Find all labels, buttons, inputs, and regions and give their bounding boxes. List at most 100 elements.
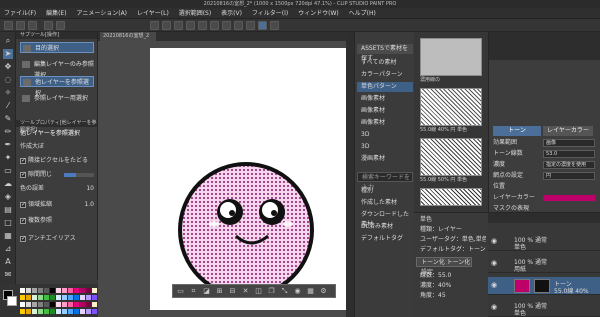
color-swatch[interactable] [68, 288, 73, 293]
color-swatch[interactable] [38, 295, 43, 300]
material-thumb[interactable] [420, 188, 482, 206]
crop-icon[interactable]: ⌗ [189, 287, 198, 296]
setting-multiple-refer[interactable]: 複数参照 [20, 216, 96, 226]
color-swatch[interactable] [74, 309, 79, 314]
new-file-button[interactable] [4, 21, 13, 30]
checkbox[interactable] [20, 156, 26, 166]
color-swatch[interactable] [56, 288, 61, 293]
auto-select-icon[interactable]: ✧ [3, 88, 13, 98]
color-swatch[interactable] [26, 295, 31, 300]
color-swatch[interactable] [80, 302, 85, 307]
material-tree-all[interactable]: すべての素材 [357, 58, 413, 68]
invert-icon[interactable]: ◪ [202, 287, 211, 296]
material-thumb[interactable] [420, 88, 482, 126]
save-button[interactable] [28, 21, 37, 30]
frame-icon[interactable]: ▦ [3, 231, 13, 241]
menu-filter[interactable]: フィルター(I) [248, 8, 292, 19]
fill-icon[interactable]: ◉ [293, 287, 302, 296]
color-swatch[interactable] [50, 302, 55, 307]
transform-button[interactable] [210, 21, 219, 30]
color-swatch[interactable] [80, 309, 85, 314]
menu-selection[interactable]: 選択範囲(S) [175, 8, 216, 19]
color-swatch[interactable] [80, 288, 85, 293]
color-swatch[interactable] [56, 295, 61, 300]
deselect-button[interactable] [222, 21, 231, 30]
color-swatch[interactable] [92, 302, 97, 307]
cut-button[interactable] [174, 21, 183, 30]
document-tab[interactable]: 20210816の室想_2 [100, 32, 156, 41]
color-swatch[interactable] [92, 288, 97, 293]
snap-grid-button[interactable] [270, 21, 279, 30]
airbrush-icon[interactable]: ✦ [3, 153, 13, 163]
color-swatch[interactable] [44, 302, 49, 307]
color-swatch[interactable] [92, 309, 97, 314]
effect-range-select[interactable]: 画像 [543, 139, 595, 147]
layer-color-swatch[interactable] [543, 195, 595, 201]
new-tone-icon[interactable]: ▦ [306, 287, 315, 296]
clear-icon[interactable]: ✕ [241, 287, 250, 296]
subtool-item-other-layer[interactable]: 他レイヤーを参照選択 [20, 76, 94, 97]
open-file-button[interactable] [16, 21, 25, 30]
material-filter-created[interactable]: 作成した素材 [357, 198, 413, 208]
color-swatch[interactable] [50, 295, 55, 300]
expand-icon[interactable]: ⊞ [215, 287, 224, 296]
clear-button[interactable] [150, 21, 159, 30]
checkbox[interactable] [20, 200, 26, 210]
material-tree-image-3[interactable]: 画像素材 [357, 118, 413, 128]
snap-ruler-button[interactable] [246, 21, 255, 30]
menu-edit[interactable]: 編集(E) [42, 8, 70, 19]
checkbox[interactable] [20, 216, 26, 226]
layer-row[interactable]: ◉ 100 % 通常 単色 [488, 233, 600, 251]
eye-icon[interactable]: ◉ [491, 260, 498, 267]
color-swatch[interactable] [74, 302, 79, 307]
color-swatch[interactable] [38, 288, 43, 293]
menu-animation[interactable]: アニメーション(A) [72, 8, 131, 19]
eye-icon[interactable]: ◉ [491, 238, 498, 245]
invert-selection-button[interactable] [234, 21, 243, 30]
dot-setting-select[interactable]: 円 [543, 172, 595, 180]
material-filter-downloaded[interactable]: ダウンロードした素材 [357, 210, 413, 228]
snap-special-ruler-button[interactable] [258, 21, 267, 30]
color-swatch[interactable] [86, 295, 91, 300]
move-icon[interactable]: ✥ [3, 62, 13, 72]
material-thumb[interactable] [420, 138, 482, 176]
color-swatch[interactable] [20, 309, 25, 314]
color-margin-value[interactable]: 10 [86, 184, 94, 194]
color-swatch[interactable] [68, 295, 73, 300]
pencil-icon[interactable]: ✏ [3, 127, 13, 137]
color-swatch[interactable] [26, 309, 31, 314]
menu-window[interactable]: ウィンドウ(W) [294, 8, 343, 19]
tab-tone[interactable]: トーン [493, 126, 541, 136]
setting-follow-adjacent[interactable]: 隣接ピクセルをたどる [20, 156, 96, 166]
eyedropper-icon[interactable]: ⁄ [3, 101, 13, 111]
color-swatch[interactable] [50, 309, 55, 314]
deselect-icon[interactable]: ▭ [176, 287, 185, 296]
color-swatch[interactable] [20, 295, 25, 300]
material-tree-mono-pattern[interactable]: 単色パターン [357, 82, 413, 92]
menu-layer[interactable]: レイヤー(L) [133, 8, 173, 19]
color-swatch[interactable] [44, 295, 49, 300]
color-swatch[interactable] [32, 295, 37, 300]
shrink-icon[interactable]: ⊟ [228, 287, 237, 296]
ruler-icon[interactable]: ⊿ [3, 244, 13, 254]
color-swatch[interactable] [26, 288, 31, 293]
setting-color-margin[interactable]: 色の誤差 10 [20, 184, 96, 194]
fill-button[interactable] [162, 21, 171, 30]
density-select[interactable]: 指定の濃度を使用 [543, 161, 595, 169]
canvas-paper[interactable] [150, 48, 346, 310]
subtool-item-edit-layer[interactable]: 編集レイヤーのみ参照選択 [20, 59, 94, 79]
material-filter-default-tag[interactable]: デフォルトタグ [357, 234, 413, 244]
tone-settings-button[interactable]: トーン化 トーン化設定 [416, 257, 472, 276]
color-swatch[interactable] [32, 302, 37, 307]
color-swatch[interactable] [44, 309, 49, 314]
subtool-item-reference-layer[interactable]: 参照レイヤー用選択 [20, 93, 94, 104]
color-swatch[interactable] [20, 302, 25, 307]
color-swatch[interactable] [38, 302, 43, 307]
menu-help[interactable]: ヘルプ(H) [345, 8, 380, 19]
material-tree-3d-2[interactable]: 3D [357, 142, 413, 152]
copy-button[interactable] [186, 21, 195, 30]
color-swatch[interactable] [26, 302, 31, 307]
color-swatch[interactable] [50, 288, 55, 293]
layer-row[interactable]: ◉ 100 % 通常 用紙 [488, 255, 600, 273]
brush-icon[interactable]: ✒ [3, 140, 13, 150]
